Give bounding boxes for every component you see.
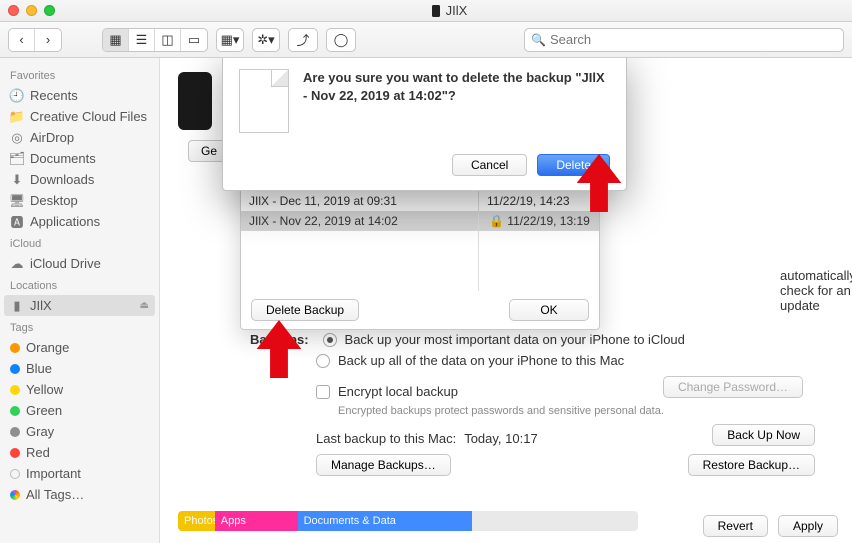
tags-button[interactable]: ◯ xyxy=(326,28,356,52)
radio-mac-label: Back up all of the data on your iPhone t… xyxy=(338,353,624,368)
main-content: Ge oks Photos Files Info automatically c… xyxy=(160,58,852,543)
tag-red[interactable]: Red xyxy=(0,442,159,463)
tag-important[interactable]: Important xyxy=(0,463,159,484)
folder-icon: 📁 xyxy=(10,110,24,124)
gallery-view-button[interactable]: ▭ xyxy=(181,29,207,51)
encrypt-label: Encrypt local backup xyxy=(338,384,458,399)
tag-gray[interactable]: Gray xyxy=(0,421,159,442)
close-icon[interactable] xyxy=(8,5,19,16)
zoom-icon[interactable] xyxy=(44,5,55,16)
search-field[interactable]: 🔍 xyxy=(524,28,844,52)
storage-docs: Documents & Data xyxy=(298,511,473,531)
backup-date: 🔒 11/22/19, 13:19 xyxy=(479,211,599,231)
download-icon: ⬇ xyxy=(10,173,24,187)
sidebar-item-recents[interactable]: 🕘Recents xyxy=(0,85,159,106)
update-hint: automatically check for an update xyxy=(780,268,852,313)
tag-dot-icon xyxy=(10,364,20,374)
tag-dot-icon xyxy=(10,427,20,437)
tag-dot-icon xyxy=(10,406,20,416)
radio-icloud[interactable] xyxy=(323,333,337,347)
share-button[interactable]: ⤴ xyxy=(288,28,318,52)
sidebar-heading-locations: Locations xyxy=(0,274,159,295)
toolbar: ‹ › ▦ ☰ ◫ ▭ ▦▾ ✲▾ ⤴ ◯ 🔍 xyxy=(0,22,852,58)
backups-panel: JIlX JIlX - Dec 11, 2019 at 09:31 JIlX -… xyxy=(240,170,600,330)
restore-backup-button[interactable]: Restore Backup… xyxy=(688,454,815,476)
window-title: JIlX xyxy=(446,3,468,18)
sidebar-item-ccfiles[interactable]: 📁Creative Cloud Files xyxy=(0,106,159,127)
sidebar-item-device[interactable]: ▮JIlX⏏ xyxy=(4,295,155,316)
apply-button[interactable]: Apply xyxy=(778,515,838,537)
backup-row-selected[interactable]: JIlX - Nov 22, 2019 at 14:02 xyxy=(241,211,478,231)
cancel-button[interactable]: Cancel xyxy=(452,154,527,176)
doc-icon: 🗂 xyxy=(10,152,24,166)
back-up-now-button[interactable]: Back Up Now xyxy=(712,424,815,446)
all-tags-icon xyxy=(10,490,20,500)
ok-button[interactable]: OK xyxy=(509,299,589,321)
tag-dot-icon xyxy=(10,385,20,395)
phone-icon: ▮ xyxy=(10,299,24,313)
tag-blue[interactable]: Blue xyxy=(0,358,159,379)
tag-dot-icon xyxy=(10,448,20,458)
minimize-icon[interactable] xyxy=(26,5,37,16)
document-icon xyxy=(239,69,289,133)
last-backup-label: Last backup to this Mac: xyxy=(316,431,456,446)
device-image xyxy=(178,72,212,130)
sidebar-heading-tags: Tags xyxy=(0,316,159,337)
action-menu[interactable]: ✲▾ xyxy=(252,28,280,52)
storage-bar: Photos Apps Documents & Data xyxy=(178,511,638,531)
last-backup-value: Today, 10:17 xyxy=(464,431,537,446)
revert-button[interactable]: Revert xyxy=(703,515,768,537)
change-password-button[interactable]: Change Password… xyxy=(663,376,803,398)
window-controls xyxy=(8,5,55,16)
sidebar: Favorites 🕘Recents 📁Creative Cloud Files… xyxy=(0,58,160,543)
column-view-button[interactable]: ◫ xyxy=(155,29,181,51)
desktop-icon: 🖥 xyxy=(10,194,24,208)
clock-icon: 🕘 xyxy=(10,89,24,103)
cloud-icon: ☁ xyxy=(10,257,24,271)
sidebar-item-downloads[interactable]: ⬇Downloads xyxy=(0,169,159,190)
group-menu[interactable]: ▦▾ xyxy=(216,28,244,52)
titlebar: JIlX xyxy=(0,0,852,22)
delete-backup-button[interactable]: Delete Backup xyxy=(251,299,359,321)
backup-row[interactable]: JIlX - Dec 11, 2019 at 09:31 xyxy=(241,191,478,211)
sidebar-item-airdrop[interactable]: ◎AirDrop xyxy=(0,127,159,148)
annotation-arrow-icon xyxy=(256,320,302,378)
storage-free xyxy=(472,511,638,531)
nav-buttons: ‹ › xyxy=(8,28,62,52)
tag-orange[interactable]: Orange xyxy=(0,337,159,358)
radio-icloud-label: Back up your most important data on your… xyxy=(345,332,685,347)
view-switcher: ▦ ☰ ◫ ▭ xyxy=(102,28,208,52)
storage-apps: Apps xyxy=(215,511,298,531)
tag-all[interactable]: All Tags… xyxy=(0,484,159,505)
eject-icon[interactable]: ⏏ xyxy=(140,300,149,311)
encrypt-hint: Encrypted backups protect passwords and … xyxy=(338,405,815,417)
airdrop-icon: ◎ xyxy=(10,131,24,145)
sidebar-heading-icloud: iCloud xyxy=(0,232,159,253)
annotation-arrow-icon xyxy=(576,154,622,212)
sidebar-heading-favorites: Favorites xyxy=(0,64,159,85)
back-button[interactable]: ‹ xyxy=(9,29,35,51)
encrypt-checkbox[interactable] xyxy=(316,385,330,399)
manage-backups-button[interactable]: Manage Backups… xyxy=(316,454,451,476)
confirm-message: Are you sure you want to delete the back… xyxy=(303,69,610,104)
search-icon: 🔍 xyxy=(531,33,546,47)
icon-view-button[interactable]: ▦ xyxy=(103,29,129,51)
search-input[interactable] xyxy=(550,32,837,47)
sidebar-item-applications[interactable]: 🅰Applications xyxy=(0,211,159,232)
sidebar-item-iclouddrive[interactable]: ☁iCloud Drive xyxy=(0,253,159,274)
list-view-button[interactable]: ☰ xyxy=(129,29,155,51)
sidebar-item-documents[interactable]: 🗂Documents xyxy=(0,148,159,169)
tag-green[interactable]: Green xyxy=(0,400,159,421)
tag-dot-icon xyxy=(10,469,20,479)
tag-dot-icon xyxy=(10,343,20,353)
tag-yellow[interactable]: Yellow xyxy=(0,379,159,400)
storage-photos: Photos xyxy=(178,511,215,531)
apps-icon: 🅰 xyxy=(10,215,24,229)
radio-mac[interactable] xyxy=(316,354,330,368)
confirm-dialog: Are you sure you want to delete the back… xyxy=(222,58,627,191)
device-icon xyxy=(432,5,440,17)
forward-button[interactable]: › xyxy=(35,29,61,51)
sidebar-item-desktop[interactable]: 🖥Desktop xyxy=(0,190,159,211)
lock-icon: 🔒 xyxy=(489,214,504,228)
